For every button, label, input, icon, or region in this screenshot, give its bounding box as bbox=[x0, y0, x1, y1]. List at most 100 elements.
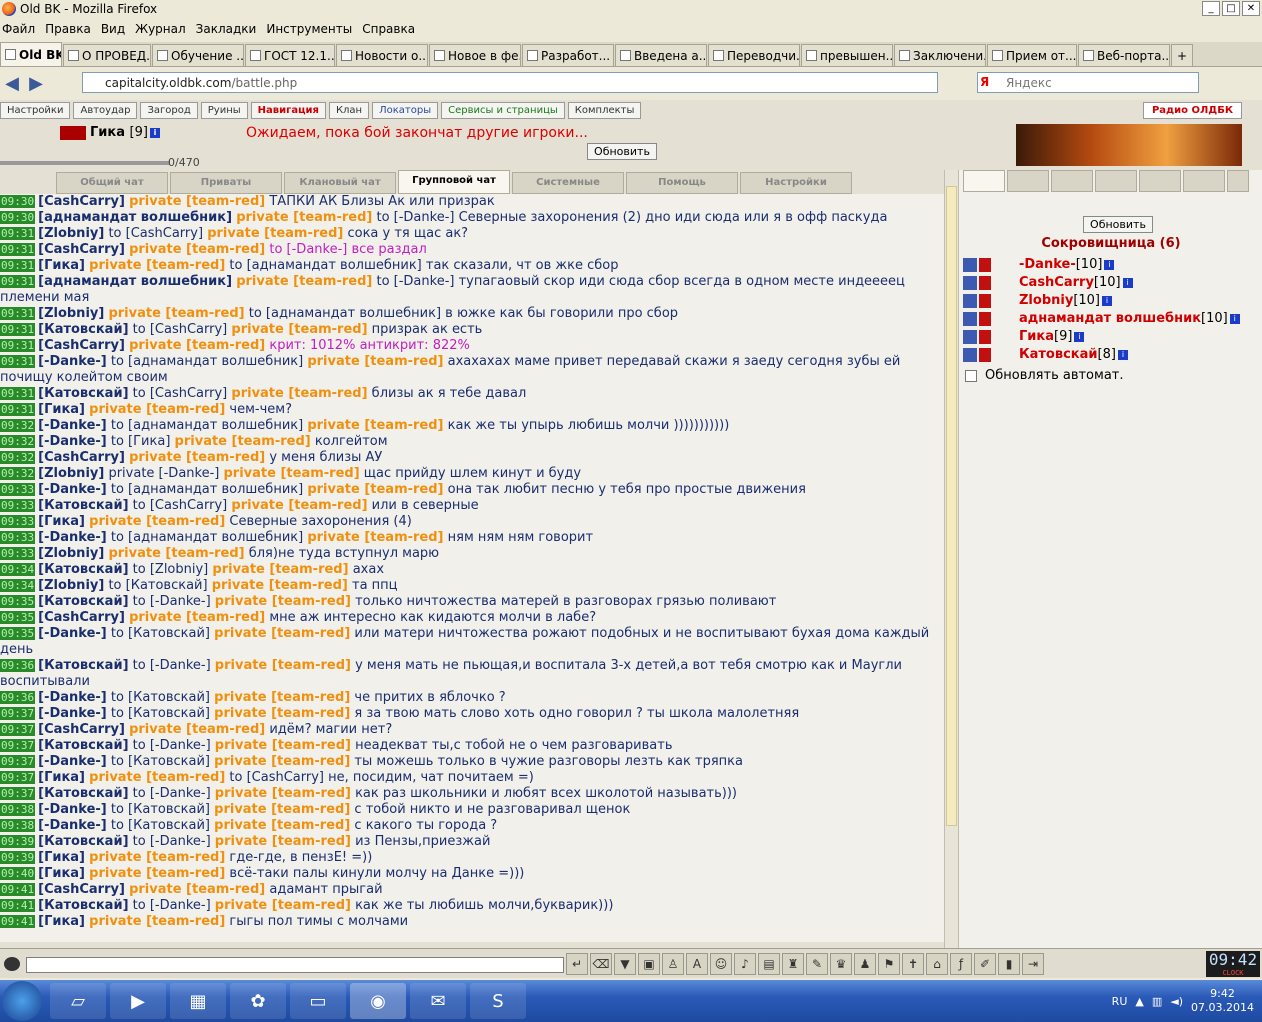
chat-private-tag[interactable]: private [team-red] bbox=[129, 882, 265, 897]
chat-nick[interactable]: [Катовскай] bbox=[38, 386, 128, 401]
chat-nick[interactable]: [Катовскай] bbox=[38, 738, 128, 753]
chat-private-tag[interactable]: private [team-red] bbox=[129, 610, 265, 625]
menu-view[interactable]: Вид bbox=[101, 22, 125, 36]
chat-nick[interactable]: [-Danke-] bbox=[38, 690, 107, 705]
player-badges-icon[interactable] bbox=[963, 258, 1019, 272]
chat-private-tag[interactable]: private [team-red] bbox=[215, 658, 351, 673]
chat-timestamp[interactable]: 09:33 bbox=[0, 531, 36, 544]
chat-nick[interactable]: [-Danke-] bbox=[38, 818, 107, 833]
side-tab[interactable] bbox=[1095, 170, 1137, 192]
chat-private-tag[interactable]: private [team-red] bbox=[215, 834, 351, 849]
browser-tab[interactable]: Прием от... bbox=[987, 44, 1077, 66]
chat-timestamp[interactable]: 09:41 bbox=[0, 899, 36, 912]
chat-scrollbar[interactable] bbox=[944, 170, 958, 948]
chat-timestamp[interactable]: 09:30 bbox=[0, 195, 36, 208]
chat-nick[interactable]: [Гика] bbox=[38, 866, 85, 881]
scroll-thumb[interactable] bbox=[946, 186, 957, 826]
chat-private-tag[interactable]: private [team-red] bbox=[129, 194, 265, 209]
chat-timestamp[interactable]: 09:31 bbox=[0, 403, 36, 416]
info-icon[interactable]: i bbox=[1074, 332, 1085, 342]
player-badges-icon[interactable] bbox=[963, 330, 1019, 344]
chat-timestamp[interactable]: 09:37 bbox=[0, 787, 36, 800]
side-tab[interactable] bbox=[1139, 170, 1181, 192]
player-name[interactable]: Гика bbox=[1019, 328, 1054, 346]
autohit-button[interactable]: Автоудар bbox=[73, 102, 138, 119]
chat-private-tag[interactable]: private [team-red] bbox=[89, 514, 225, 529]
taskbar-skype-icon[interactable]: S bbox=[470, 983, 526, 1019]
chat-private-tag[interactable]: private [team-red] bbox=[236, 274, 372, 289]
chat-timestamp[interactable]: 09:35 bbox=[0, 611, 36, 624]
chat-timestamp[interactable]: 09:31 bbox=[0, 227, 36, 240]
refresh-button[interactable]: Обновить bbox=[587, 143, 657, 160]
log-icon[interactable]: ▤ bbox=[758, 953, 780, 975]
chat-recipient[interactable]: to [-Danke-] bbox=[133, 658, 211, 673]
chat-private-tag[interactable]: private [team-red] bbox=[212, 562, 348, 577]
bag-icon[interactable]: ♟ bbox=[854, 953, 876, 975]
chat-timestamp[interactable]: 09:34 bbox=[0, 579, 36, 592]
chat-recipient[interactable]: to [CashCarry] bbox=[133, 322, 228, 337]
player-badges-icon[interactable] bbox=[963, 348, 1019, 362]
chat-nick[interactable]: [Катовскай] bbox=[38, 562, 128, 577]
chat-private-tag[interactable]: private [team-red] bbox=[215, 786, 351, 801]
chat-timestamp[interactable]: 09:37 bbox=[0, 723, 36, 736]
save-icon[interactable]: ▣ bbox=[638, 953, 660, 975]
chat-recipient[interactable]: to [Катовскай] bbox=[111, 802, 210, 817]
chat-nick[interactable]: [Zlobniy] bbox=[38, 546, 104, 561]
chat-private-tag[interactable]: private [team-red] bbox=[214, 626, 350, 641]
browser-tab[interactable]: Переводчи... bbox=[708, 44, 800, 66]
chat-recipient[interactable]: to [Гика] bbox=[111, 434, 171, 449]
menu-help[interactable]: Справка bbox=[362, 22, 415, 36]
menu-edit[interactable]: Правка bbox=[45, 22, 91, 36]
chat-timestamp[interactable]: 09:35 bbox=[0, 595, 36, 608]
countryside-button[interactable]: Загород bbox=[140, 102, 198, 119]
run-icon[interactable]: ♙ bbox=[662, 953, 684, 975]
tab-system[interactable]: Системные bbox=[512, 172, 624, 194]
chat-recipient[interactable]: to [Катовскай] bbox=[108, 578, 207, 593]
player-name[interactable]: аднамандат волшебник bbox=[1019, 310, 1201, 328]
player-name[interactable]: Zlobniy bbox=[1019, 292, 1073, 310]
chat-timestamp[interactable]: 09:32 bbox=[0, 451, 36, 464]
chat-timestamp[interactable]: 09:30 bbox=[0, 211, 36, 224]
chat-timestamp[interactable]: 09:33 bbox=[0, 483, 36, 496]
chat-nick[interactable]: [CashCarry] bbox=[38, 338, 125, 353]
browser-tab[interactable]: превышен... bbox=[801, 44, 893, 66]
chat-recipient[interactable]: to [Катовскай] bbox=[111, 706, 210, 721]
tray-clock[interactable]: 9:42 07.03.2014 bbox=[1191, 987, 1254, 1015]
url-bar[interactable]: capitalcity.oldbk.com/battle.php bbox=[82, 72, 938, 93]
chat-recipient[interactable]: to [-Danke-] bbox=[133, 834, 211, 849]
chat-recipient[interactable]: private [-Danke-] bbox=[108, 466, 219, 481]
chat-private-tag[interactable]: private [team-red] bbox=[89, 402, 225, 417]
info-icon[interactable]: i bbox=[1117, 350, 1128, 360]
chat-private-tag[interactable]: private [team-red] bbox=[215, 738, 351, 753]
chat-nick[interactable]: [-Danke-] bbox=[38, 482, 107, 497]
chat-recipient[interactable]: to [-Danke-] bbox=[133, 786, 211, 801]
chat-timestamp[interactable]: 09:31 bbox=[0, 307, 36, 320]
taskbar-calc-icon[interactable]: ▦ bbox=[170, 983, 226, 1019]
player-name[interactable]: -Danke- bbox=[1019, 256, 1076, 274]
chat-recipient[interactable]: to [аднамандат волшебник] bbox=[111, 354, 303, 369]
chat-nick[interactable]: [-Danke-] bbox=[38, 530, 107, 545]
smile-icon[interactable]: ☺ bbox=[710, 953, 732, 975]
chat-private-tag[interactable]: private [team-red] bbox=[108, 546, 244, 561]
chat-nick[interactable]: [Катовскай] bbox=[38, 594, 128, 609]
tab-group-chat[interactable]: Групповой чат bbox=[398, 170, 510, 194]
forward-arrow-icon[interactable]: ▶ bbox=[24, 73, 48, 94]
info-icon[interactable]: i bbox=[1104, 260, 1115, 270]
side-tab-players[interactable] bbox=[963, 170, 1005, 192]
map-icon[interactable]: ✎ bbox=[806, 953, 828, 975]
chat-private-tag[interactable]: private [team-red] bbox=[129, 338, 265, 353]
chat-private-tag[interactable]: private [team-red] bbox=[129, 242, 265, 257]
tab-chat-settings[interactable]: Настройки bbox=[740, 172, 852, 194]
chat-private-tag[interactable]: private [team-red] bbox=[89, 866, 225, 881]
volume-icon[interactable]: ◄) bbox=[1170, 995, 1183, 1008]
chat-timestamp[interactable]: 09:34 bbox=[0, 563, 36, 576]
chat-nick[interactable]: [Zlobniy] bbox=[38, 226, 104, 241]
chat-private-tag[interactable]: private [team-red] bbox=[214, 706, 350, 721]
chat-nick[interactable]: [-Danke-] bbox=[38, 706, 107, 721]
chat-timestamp[interactable]: 09:39 bbox=[0, 835, 36, 848]
ruins-button[interactable]: Руины bbox=[200, 102, 248, 119]
chat-private-tag[interactable]: private [team-red] bbox=[236, 210, 372, 225]
chat-private-tag[interactable]: private [team-red] bbox=[231, 386, 367, 401]
browser-tab[interactable]: Old BK bbox=[0, 42, 62, 66]
chat-timestamp[interactable]: 09:35 bbox=[0, 627, 36, 640]
